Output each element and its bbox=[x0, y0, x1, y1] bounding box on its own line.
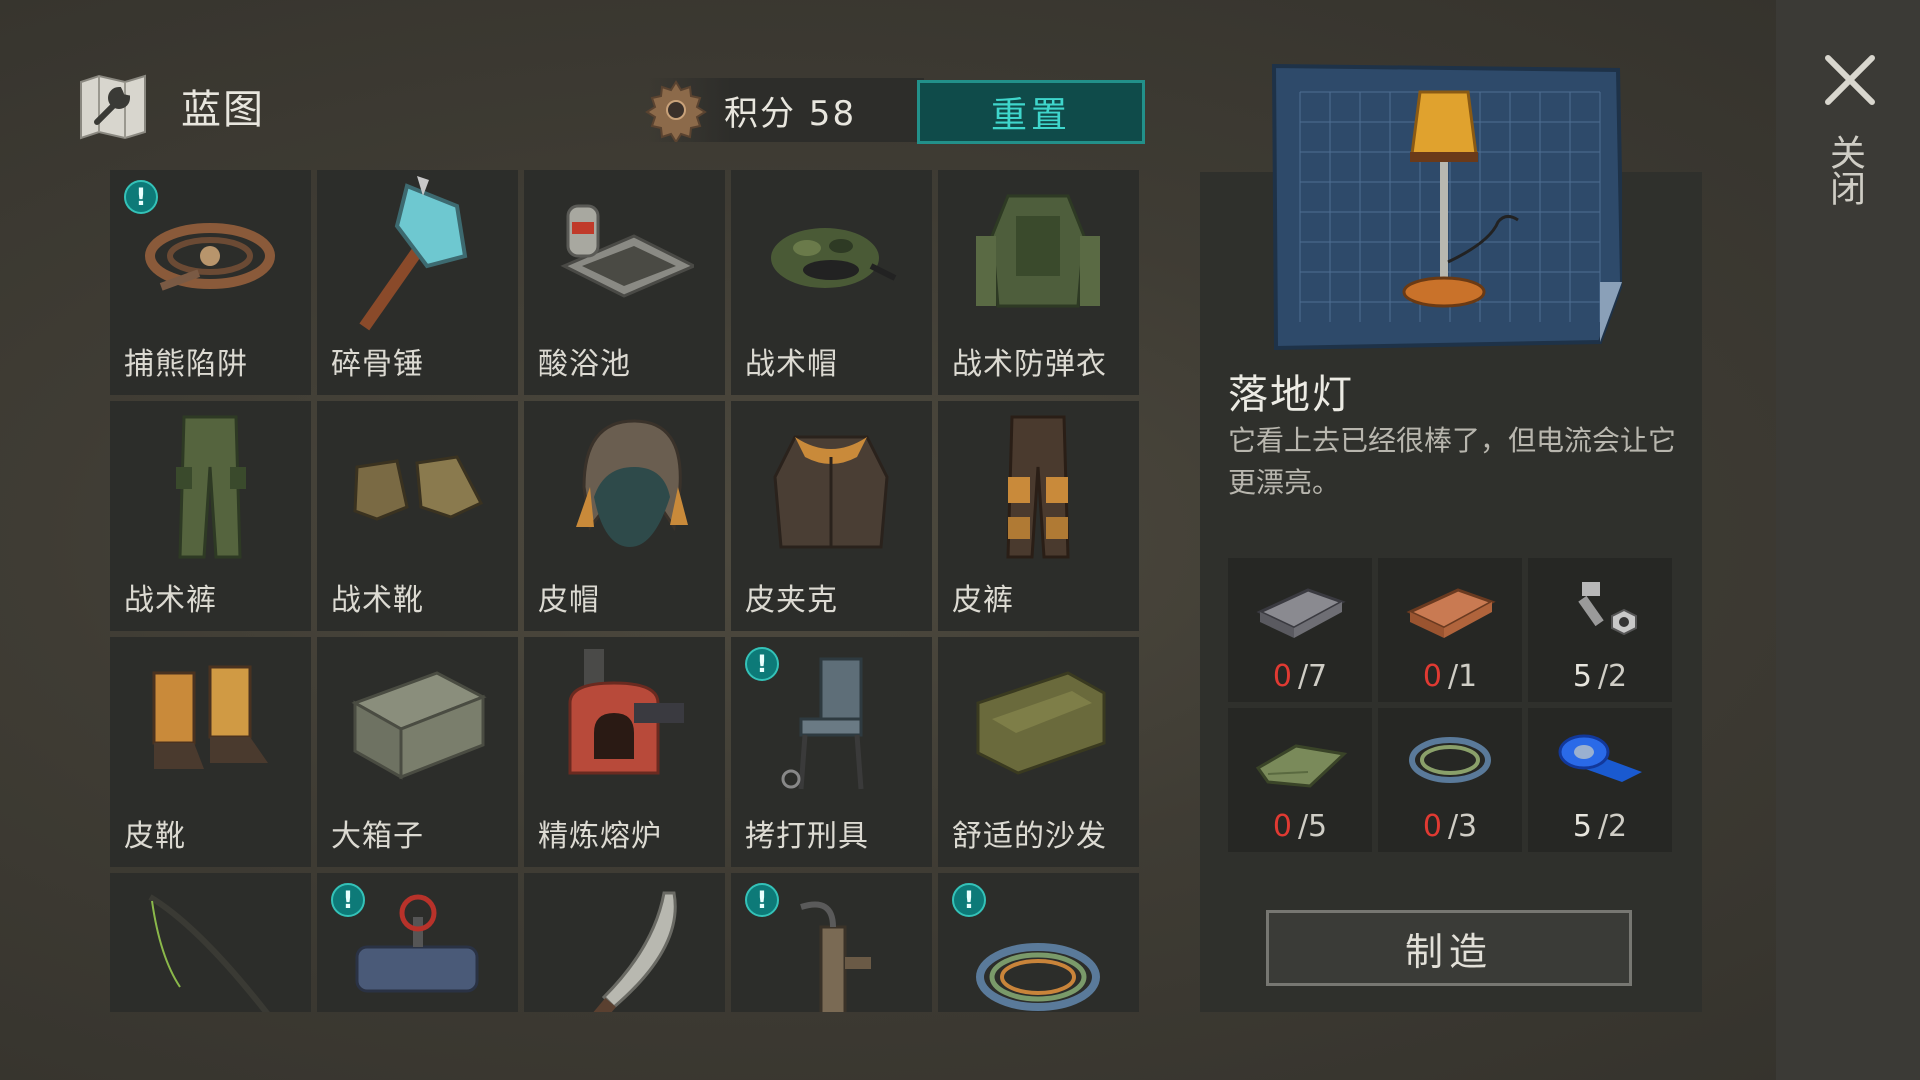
blueprint-item-bear-trap[interactable]: ! 捕熊陷阱 bbox=[110, 170, 311, 395]
blueprint-item-acid-bath[interactable]: 酸浴池 bbox=[524, 170, 725, 395]
page-title: 蓝图 bbox=[181, 87, 265, 133]
blueprint-item-tactical-boots[interactable]: 战术靴 bbox=[317, 401, 518, 631]
bolt-nut-icon bbox=[1578, 582, 1637, 636]
alert-badge: ! bbox=[124, 180, 158, 214]
item-label: 碎骨锤 bbox=[331, 347, 424, 382]
material-iron-ingot[interactable]: 0/7 bbox=[1228, 558, 1372, 702]
leather-pants-icon bbox=[1006, 415, 1070, 559]
blueprint-grid: ! 捕熊陷阱 碎骨锤 酸浴池 战术帽 战术防弹衣 战术裤 战术靴 皮帽 皮夹克 … bbox=[110, 170, 1142, 1012]
item-label: 拷打刑具 bbox=[745, 819, 869, 854]
wire-coil-icon bbox=[976, 943, 1100, 1011]
material-need-count: /1 bbox=[1447, 659, 1478, 694]
bone-hammer-icon bbox=[359, 176, 468, 331]
blueprint-item-leather-jacket[interactable]: 皮夹克 bbox=[731, 401, 932, 631]
blueprint-item-leather-hat[interactable]: 皮帽 bbox=[524, 401, 725, 631]
iron-ingot-icon bbox=[1256, 588, 1346, 638]
material-need-count: /2 bbox=[1597, 659, 1628, 694]
blueprint-item-refining-furnace[interactable]: 精炼熔炉 bbox=[524, 637, 725, 867]
item-label: 精炼熔炉 bbox=[538, 819, 662, 854]
pipe-valve-icon bbox=[355, 894, 479, 993]
item-description: 它看上去已经很棒了，但电流会让它更漂亮。 bbox=[1228, 424, 1677, 499]
acid-bath-icon bbox=[560, 204, 694, 298]
craft-button[interactable]: 制造 bbox=[1266, 910, 1632, 986]
material-have-count: 0 bbox=[1272, 659, 1292, 694]
item-label: 战术靴 bbox=[331, 583, 424, 618]
item-label: 皮裤 bbox=[952, 583, 1014, 618]
material-have-count: 5 bbox=[1572, 809, 1592, 844]
material-need-count: /7 bbox=[1297, 659, 1328, 694]
big-chest-icon bbox=[351, 671, 487, 780]
material-need-count: /2 bbox=[1597, 809, 1628, 844]
tactical-boots-icon bbox=[353, 455, 484, 521]
item-label: 战术帽 bbox=[745, 347, 838, 382]
material-have-count: 5 bbox=[1572, 659, 1592, 694]
tactical-vest-icon bbox=[976, 194, 1100, 308]
blueprint-item-water-pump[interactable]: ! bbox=[731, 873, 932, 1012]
blueprint-item-bone-hammer[interactable]: 碎骨锤 bbox=[317, 170, 518, 395]
item-label: 舒适的沙发 bbox=[952, 819, 1107, 854]
item-label: 皮靴 bbox=[124, 819, 186, 854]
blueprint-item-tactical-cap[interactable]: 战术帽 bbox=[731, 170, 932, 395]
sofa-icon bbox=[976, 671, 1106, 775]
score-display: 积分 58 bbox=[645, 78, 924, 142]
leather-boots-icon bbox=[152, 665, 268, 769]
item-label: 捕熊陷阱 bbox=[124, 347, 248, 382]
reset-button[interactable]: 重置 bbox=[917, 80, 1145, 144]
item-label: 皮夹克 bbox=[745, 583, 838, 618]
leather-jacket-icon bbox=[773, 435, 889, 549]
blueprint-item-torture-device[interactable]: ! 拷打刑具 bbox=[731, 637, 932, 867]
alert-badge: ! bbox=[331, 883, 365, 917]
blueprint-item-big-chest[interactable]: 大箱子 bbox=[317, 637, 518, 867]
water-pump-icon bbox=[800, 901, 871, 1012]
fabric-icon bbox=[1255, 744, 1348, 788]
tape-icon bbox=[1558, 734, 1642, 782]
alert-badge: ! bbox=[745, 883, 779, 917]
item-label: 战术防弹衣 bbox=[952, 347, 1107, 382]
machete-icon bbox=[585, 891, 677, 1012]
score-text: 积分 58 bbox=[724, 93, 857, 134]
materials-grid: 0/7 0/1 5/2 0/5 0 /3 5 /2 bbox=[1228, 558, 1672, 852]
alert-badge: ! bbox=[952, 883, 986, 917]
fishing-rod-icon bbox=[148, 894, 270, 1012]
floor-lamp-blueprint-icon bbox=[1271, 63, 1622, 351]
torture-chair-icon bbox=[781, 657, 864, 790]
header: 蓝图 bbox=[75, 66, 265, 146]
material-wire[interactable]: 0/3 bbox=[1378, 708, 1522, 852]
blueprint-item-tactical-vest[interactable]: 战术防弹衣 bbox=[938, 170, 1139, 395]
material-have-count: 0 bbox=[1422, 659, 1442, 694]
leather-hat-icon bbox=[576, 419, 688, 547]
tactical-pants-icon bbox=[176, 415, 246, 559]
material-tape[interactable]: 5/2 bbox=[1528, 708, 1672, 852]
blueprint-item-fishing-rod[interactable] bbox=[110, 873, 311, 1012]
tactical-cap-icon bbox=[771, 228, 897, 288]
blueprint-item-leather-pants[interactable]: 皮裤 bbox=[938, 401, 1139, 631]
blueprint-item-wire-coil[interactable]: ! bbox=[938, 873, 1139, 1012]
item-name: 落地灯 bbox=[1228, 372, 1354, 418]
gear-icon bbox=[645, 80, 707, 142]
material-need-count: /3 bbox=[1447, 809, 1478, 844]
material-need-count: /5 bbox=[1297, 809, 1328, 844]
item-label: 大箱子 bbox=[331, 819, 424, 854]
blueprint-item-pipe-valve[interactable]: ! bbox=[317, 873, 518, 1012]
blueprint-item-comfy-sofa[interactable]: 舒适的沙发 bbox=[938, 637, 1139, 867]
wire-icon bbox=[1409, 737, 1491, 783]
blueprint-item-machete[interactable] bbox=[524, 873, 725, 1012]
copper-ingot-icon bbox=[1406, 588, 1496, 638]
material-fabric[interactable]: 0/5 bbox=[1228, 708, 1372, 852]
close-icon[interactable] bbox=[1822, 52, 1878, 108]
blueprint-item-leather-boots[interactable]: 皮靴 bbox=[110, 637, 311, 867]
close-label[interactable]: 关闭 bbox=[1824, 134, 1870, 206]
item-label: 酸浴池 bbox=[538, 347, 631, 382]
alert-badge: ! bbox=[745, 647, 779, 681]
blueprint-wrench-icon bbox=[80, 74, 146, 140]
material-have-count: 0 bbox=[1422, 809, 1442, 844]
blueprint-item-tactical-pants[interactable]: 战术裤 bbox=[110, 401, 311, 631]
material-copper-ingot[interactable]: 0/1 bbox=[1378, 558, 1522, 702]
refining-furnace-icon bbox=[568, 649, 684, 775]
item-label: 皮帽 bbox=[538, 583, 600, 618]
bear-trap-icon bbox=[145, 223, 275, 291]
material-have-count: 0 bbox=[1272, 809, 1292, 844]
item-label: 战术裤 bbox=[124, 583, 217, 618]
material-bolt-nut[interactable]: 5/2 bbox=[1528, 558, 1672, 702]
